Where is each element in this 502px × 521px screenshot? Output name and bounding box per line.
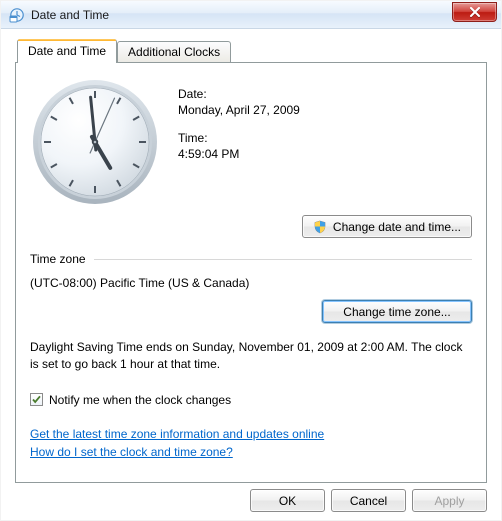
time-label: Time: [178,131,472,145]
close-button[interactable] [452,2,497,22]
date-and-time-window: Date and Time Date and Time Additional C… [0,0,502,521]
date-time-icon [9,7,25,23]
links-area: Get the latest time zone information and… [30,427,472,459]
tabstrip: Date and Time Additional Clocks [15,39,487,62]
change-time-zone-row: Change time zone... [30,300,472,323]
button-label: Cancel [350,494,387,508]
tab-date-and-time[interactable]: Date and Time [17,39,117,63]
button-label: Change date and time... [333,220,461,234]
apply-button[interactable]: Apply [412,489,487,512]
divider [94,259,472,260]
group-title: Time zone [30,252,86,266]
change-time-zone-button[interactable]: Change time zone... [322,300,472,323]
tab-body: Date: Monday, April 27, 2009 Time: 4:59:… [15,62,487,483]
tab-label: Date and Time [28,44,106,58]
dst-notice: Daylight Saving Time ends on Sunday, Nov… [30,339,472,373]
group-header: Time zone [30,252,472,266]
notify-checkbox-row: Notify me when the clock changes [30,393,472,407]
tab-additional-clocks[interactable]: Additional Clocks [117,41,231,62]
change-date-time-button[interactable]: Change date and time... [302,215,472,238]
button-label: OK [279,494,296,508]
checkbox-label: Notify me when the clock changes [49,393,231,407]
titlebar: Date and Time [1,1,501,29]
shield-icon [313,220,327,234]
date-label: Date: [178,87,472,101]
ok-button[interactable]: OK [250,489,325,512]
time-zone-group: Time zone (UTC-08:00) Pacific Time (US &… [30,252,472,323]
date-value: Monday, April 27, 2009 [178,103,472,117]
button-label: Change time zone... [343,305,450,319]
footer: OK Cancel Apply [15,483,487,512]
tab-label: Additional Clocks [128,45,220,59]
notify-checkbox[interactable] [30,393,43,406]
analog-clock [30,77,160,207]
button-label: Apply [434,494,464,508]
content-area: Date and Time Additional Clocks [1,29,501,520]
link-how-to[interactable]: How do I set the clock and time zone? [30,445,233,459]
window-title: Date and Time [31,8,452,22]
date-time-info: Date: Monday, April 27, 2009 Time: 4:59:… [178,77,472,175]
link-update-info[interactable]: Get the latest time zone information and… [30,427,324,441]
time-zone-display: (UTC-08:00) Pacific Time (US & Canada) [30,276,472,290]
change-date-time-row: Change date and time... [30,215,472,238]
cancel-button[interactable]: Cancel [331,489,406,512]
time-value: 4:59:04 PM [178,147,472,161]
top-area: Date: Monday, April 27, 2009 Time: 4:59:… [30,77,472,207]
